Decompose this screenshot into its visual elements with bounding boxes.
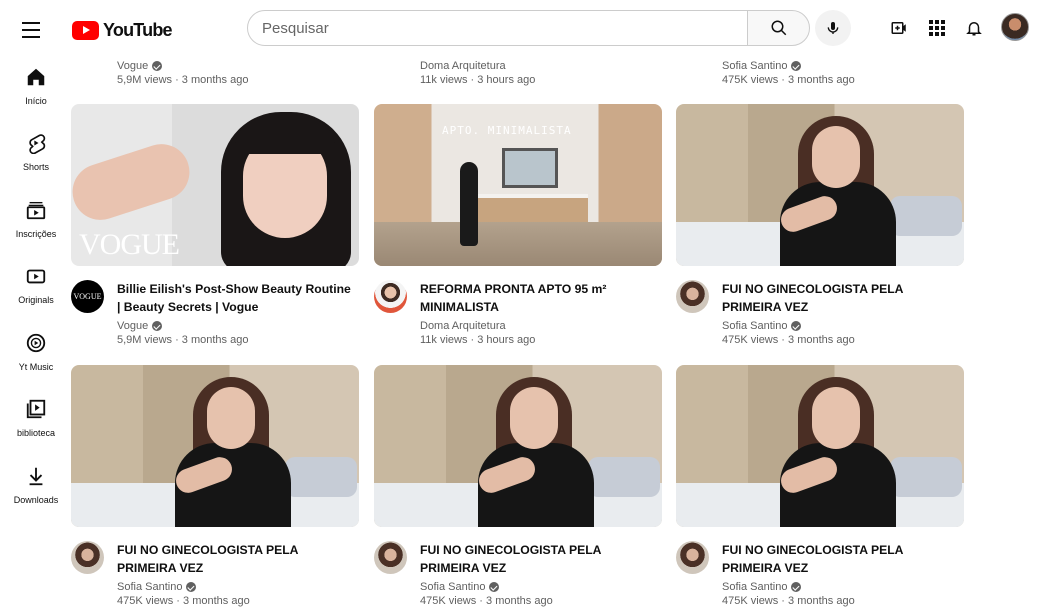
channel-avatar[interactable] (374, 280, 407, 313)
microphone-icon (827, 22, 839, 34)
video-stats: 475K views · 3 months ago (117, 595, 250, 607)
verified-icon (791, 321, 802, 331)
video-stats: 475K views · 3 months ago (722, 595, 855, 607)
sidebar: Início Shorts Inscrições Originals Yt Mu… (0, 56, 72, 616)
verified-icon (791, 61, 802, 71)
sidebar-item-subscriptions[interactable]: Inscrições (0, 189, 72, 249)
video-stats: 11k views · 3 hours ago (420, 74, 536, 86)
video-thumbnail[interactable]: APTO. MINIMALISTA (374, 104, 662, 266)
channel-avatar[interactable] (374, 541, 407, 574)
channel-name[interactable]: Sofia Santino (722, 320, 802, 332)
verified-icon (152, 61, 163, 71)
video-title[interactable]: FUI NO GINECOLOGISTA PELA PRIMEIRA VEZ (722, 280, 958, 316)
download-icon (29, 467, 43, 486)
video-stats: 5,9M views · 3 months ago (117, 334, 249, 346)
video-title[interactable]: Billie Eilish's Post-Show Beauty Routine… (117, 280, 353, 316)
originals-icon (26, 269, 46, 284)
search-button[interactable] (747, 10, 810, 46)
video-title[interactable]: REFORMA PRONTA APTO 95 m² MINIMALISTA (420, 280, 656, 316)
sidebar-item-label: Downloads (13, 495, 59, 505)
channel-avatar[interactable] (676, 280, 709, 313)
bell-icon (966, 22, 982, 36)
sidebar-item-label: Originals (18, 295, 54, 305)
channel-name[interactable]: Vogue (117, 60, 163, 72)
create-video-icon (891, 22, 906, 34)
video-thumbnail[interactable] (676, 104, 964, 266)
video-card[interactable]: FUI NO GINECOLOGISTA PELA PRIMEIRA VEZ S… (676, 104, 964, 354)
verified-icon (489, 582, 500, 592)
top-bar: YouTube (0, 0, 1042, 56)
video-stats: 475K views · 3 months ago (722, 74, 855, 86)
channel-avatar[interactable] (676, 541, 709, 574)
sidebar-item-label: biblioteca (16, 428, 56, 438)
apps-grid-icon (929, 20, 945, 36)
logo-text: YouTube (103, 20, 173, 40)
video-stats: 5,9M views · 3 months ago (117, 74, 249, 86)
sidebar-item-originals[interactable]: Originals (0, 255, 72, 315)
video-title[interactable]: FUI NO GINECOLOGISTA PELA PRIMEIRA VEZ (117, 541, 353, 577)
thumbnail-text: VOGUE (79, 228, 180, 261)
channel-name[interactable]: Doma Arquitetura (420, 60, 506, 72)
verified-icon (152, 321, 163, 331)
sidebar-item-library[interactable]: biblioteca (0, 388, 72, 448)
voice-search-button[interactable] (815, 10, 851, 46)
channel-name[interactable]: Sofia Santino (420, 581, 500, 593)
video-card[interactable]: VOGUE VOGUE Billie Eilish's Post-Show Be… (71, 104, 359, 354)
video-title[interactable]: FUI NO GINECOLOGISTA PELA PRIMEIRA VEZ (722, 541, 958, 577)
video-thumbnail[interactable]: VOGUE (71, 104, 359, 266)
search-icon (771, 20, 786, 36)
verified-icon (186, 582, 197, 592)
video-thumbnail[interactable] (71, 365, 359, 527)
search-input[interactable] (262, 19, 748, 37)
sidebar-item-label: Início (25, 96, 47, 106)
channel-name[interactable]: Doma Arquitetura (420, 320, 506, 332)
channel-avatar[interactable]: VOGUE (71, 280, 104, 313)
video-stats: 475K views · 3 months ago (722, 334, 855, 346)
search-field[interactable] (247, 10, 749, 46)
video-title[interactable]: FUI NO GINECOLOGISTA PELA PRIMEIRA VEZ (420, 541, 656, 577)
channel-name[interactable]: Sofia Santino (722, 60, 802, 72)
user-avatar[interactable] (1001, 13, 1029, 41)
sidebar-item-label: Yt Music (18, 362, 54, 372)
menu-icon[interactable] (22, 16, 52, 44)
sidebar-item-music[interactable]: Yt Music (0, 322, 72, 382)
library-icon (26, 399, 46, 419)
thumbnail-text: APTO. MINIMALISTA (442, 124, 572, 137)
create-button[interactable] (883, 12, 915, 44)
shorts-icon (29, 134, 46, 154)
sidebar-item-home[interactable]: Início (0, 56, 72, 116)
video-thumbnail[interactable] (374, 365, 662, 527)
apps-button[interactable] (921, 12, 953, 44)
youtube-play-icon (72, 21, 99, 40)
channel-name[interactable]: Vogue (117, 320, 163, 332)
sidebar-item-label: Inscrições (15, 229, 57, 239)
verified-icon (791, 582, 802, 592)
video-card[interactable]: FUI NO GINECOLOGISTA PELA PRIMEIRA VEZ S… (71, 365, 359, 615)
video-stats: 11k views · 3 hours ago (420, 334, 536, 346)
notifications-button[interactable] (958, 12, 990, 44)
sidebar-item-label: Shorts (22, 162, 49, 172)
channel-avatar[interactable] (71, 541, 104, 574)
subscriptions-icon (26, 201, 46, 220)
video-thumbnail[interactable] (676, 365, 964, 527)
video-card[interactable]: FUI NO GINECOLOGISTA PELA PRIMEIRA VEZ S… (374, 365, 662, 615)
youtube-logo[interactable]: YouTube (72, 20, 173, 41)
music-icon (26, 333, 46, 353)
video-stats: 475K views · 3 months ago (420, 595, 553, 607)
sidebar-item-shorts[interactable]: Shorts (0, 122, 72, 182)
video-card[interactable]: APTO. MINIMALISTA REFORMA PRONTA APTO 95… (374, 104, 662, 354)
home-icon (27, 68, 45, 86)
sidebar-item-downloads[interactable]: Downloads (0, 455, 72, 515)
video-card[interactable]: FUI NO GINECOLOGISTA PELA PRIMEIRA VEZ S… (676, 365, 964, 615)
channel-name[interactable]: Sofia Santino (722, 581, 802, 593)
channel-name[interactable]: Sofia Santino (117, 581, 197, 593)
